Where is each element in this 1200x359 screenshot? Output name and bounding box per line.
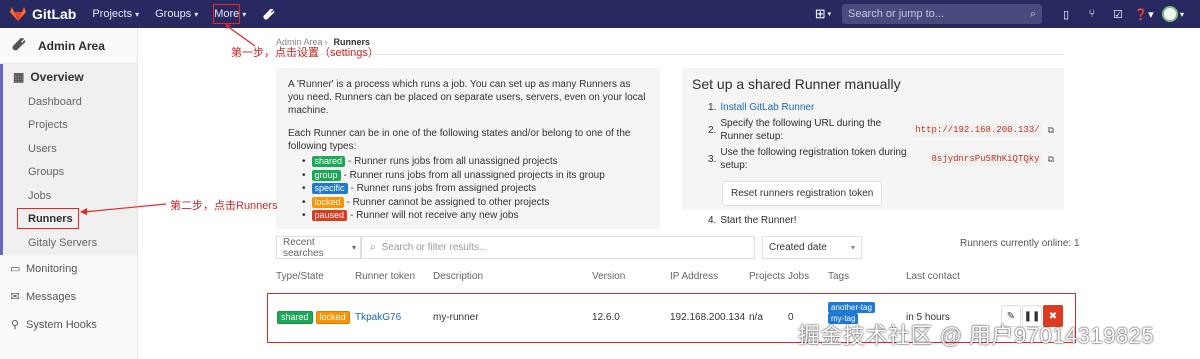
list-item: locked- Runner cannot be assigned to oth…: [311, 196, 648, 210]
search-placeholder: Search or jump to...: [847, 8, 944, 20]
column-header-ip: IP Address: [670, 271, 719, 282]
brand-name: GitLab: [32, 6, 77, 22]
list-item: specific- Runner runs jobs from assigned…: [311, 182, 648, 196]
sidebar-item-dashboard[interactable]: Dashboard: [3, 90, 137, 114]
locked-badge: locked: [315, 311, 350, 324]
column-header-last-contact: Last contact: [906, 271, 960, 282]
specific-badge: specific: [311, 183, 348, 195]
locked-badge: locked: [311, 196, 344, 208]
registration-token: 8sjydnrsPu5RhKiQTQky: [929, 152, 1042, 166]
admin-area-wrench-button[interactable]: [258, 4, 280, 24]
runner-token-link[interactable]: TkpakG76: [355, 312, 401, 323]
chevron-down-icon: ▾: [242, 9, 247, 19]
column-header-description: Description: [433, 271, 484, 282]
chevron-down-icon: ▾: [351, 243, 356, 252]
sidebar-item-messages[interactable]: ✉ Messages: [0, 283, 137, 311]
shared-badge: shared: [277, 311, 313, 324]
nav-groups[interactable]: Groups ▾: [155, 8, 198, 20]
column-header-jobs: Jobs: [788, 271, 810, 282]
sidebar-header[interactable]: Admin Area: [0, 28, 137, 64]
merge-request-icon[interactable]: ⑂: [1080, 4, 1104, 24]
gitlab-logo-icon: [10, 7, 26, 21]
column-header-version: Version: [592, 271, 626, 282]
annotation-box-wrench: [213, 4, 240, 24]
divider: [276, 54, 1064, 55]
runner-state-list: shared- Runner runs jobs from all unassi…: [311, 155, 648, 223]
chevron-down-icon: ▾: [194, 9, 199, 19]
setup-step-1: 1. Install GitLab Runner: [708, 101, 815, 114]
sidebar-item-system-hooks[interactable]: ⚲ System Hooks: [0, 311, 137, 339]
setup-title: Set up a shared Runner manually: [692, 76, 901, 92]
new-dropdown-button[interactable]: ⊞ ▾: [810, 4, 836, 24]
setup-step-3: 3. Use the following registration token d…: [708, 147, 1054, 171]
nav-projects[interactable]: Projects ▾: [92, 8, 139, 20]
sidebar-item-groups[interactable]: Groups: [3, 161, 137, 185]
annotation-arrow-2: [80, 203, 167, 215]
annotation-step-1: 第一步，点击设置（settings）: [231, 47, 379, 59]
install-runner-link[interactable]: Install GitLab Runner: [720, 101, 814, 114]
runner-description: my-runner: [433, 312, 479, 323]
runner-info-panel: A 'Runner' is a process which runs a job…: [276, 68, 660, 229]
table-row-type: shared locked: [277, 311, 353, 324]
sidebar: Admin Area ▦ Overview Dashboard Projects…: [0, 28, 138, 359]
runner-url: http://192.168.200.133/: [913, 123, 1042, 137]
info-paragraph-1: A 'Runner' is a process which runs a job…: [288, 79, 646, 116]
shared-runner-setup-panel: Set up a shared Runner manually 1. Instal…: [682, 68, 1064, 226]
runners-online-count: Runners currently online: 1: [960, 238, 1080, 249]
search-icon: ⌕: [370, 242, 376, 253]
wrench-icon: [263, 8, 275, 20]
tag-badge: another-tag: [828, 302, 875, 313]
search-input[interactable]: Search or jump to... ⌕: [841, 4, 1042, 24]
annotation-step-2: 第二步，点击Runners: [170, 200, 278, 212]
sort-dropdown[interactable]: Created date ▾: [762, 236, 862, 259]
column-header-projects: Projects: [749, 271, 786, 282]
column-header-type: Type/State: [276, 271, 324, 282]
paused-badge: paused: [311, 210, 348, 222]
chevron-down-icon: ▾: [135, 9, 140, 19]
column-header-token: Runner token: [355, 271, 416, 282]
runner-projects: n/a: [749, 312, 763, 323]
sidebar-item-monitoring[interactable]: ▭ Monitoring: [0, 255, 137, 283]
search-icon: ⌕: [1029, 7, 1036, 20]
runner-ip: 192.168.200.134: [670, 312, 746, 323]
avatar[interactable]: [1161, 6, 1178, 22]
recent-searches-dropdown[interactable]: Recent searches ▾: [276, 236, 361, 259]
setup-step-4: 4. Start the Runner!: [708, 215, 797, 226]
sidebar-item-users[interactable]: Users: [3, 137, 137, 161]
group-badge: group: [311, 169, 341, 181]
reset-token-button[interactable]: Reset runners registration token: [722, 181, 883, 206]
filter-placeholder: Search or filter results...: [381, 242, 488, 253]
info-paragraph-2: Each Runner can be in one of the followi…: [288, 128, 631, 152]
annotation-box-runners: [17, 208, 79, 229]
todo-sidebar-icon[interactable]: ▯: [1054, 4, 1078, 24]
plus-icon: ⊞: [814, 6, 826, 21]
list-item: shared- Runner runs jobs from all unassi…: [311, 155, 648, 169]
chevron-down-icon[interactable]: ▾: [1180, 10, 1184, 19]
sidebar-item-overview[interactable]: ▦ Overview: [3, 64, 137, 90]
wrench-icon: [12, 37, 26, 54]
setup-step-2: 2. Specify the following URL during the R…: [708, 118, 1054, 142]
runner-jobs: 0: [788, 312, 794, 323]
copy-icon[interactable]: ⧉: [1048, 153, 1054, 166]
monitor-icon: ▭: [10, 263, 21, 275]
gitlab-brand[interactable]: GitLab: [10, 6, 76, 22]
watermark: 掘金技术社区 @ 用户97014319825: [798, 323, 1155, 348]
shared-badge: shared: [311, 156, 346, 168]
sidebar-item-projects[interactable]: Projects: [3, 114, 137, 138]
copy-icon[interactable]: ⧉: [1048, 124, 1054, 137]
list-item: paused- Runner will not receive any new …: [311, 209, 648, 223]
top-navbar: GitLab Projects ▾ Groups ▾ More ▾ ⊞ ▾ Search…: [0, 0, 1200, 28]
sidebar-item-gitaly-servers[interactable]: Gitaly Servers: [3, 231, 137, 255]
hook-icon: ⚲: [10, 319, 20, 331]
help-icon[interactable]: ❓▾: [1132, 4, 1156, 24]
sidebar-header-label: Admin Area: [38, 38, 105, 53]
runner-version: 12.6.0: [592, 312, 620, 323]
filter-search-input[interactable]: ⌕ Search or filter results...: [361, 236, 755, 259]
messages-icon: ✉: [10, 291, 20, 303]
issues-icon[interactable]: ☑: [1106, 4, 1130, 24]
list-item: group- Runner runs jobs from all unassig…: [311, 169, 648, 183]
chevron-down-icon: ▾: [850, 243, 855, 252]
overview-icon: ▦: [13, 70, 25, 84]
column-header-tags: Tags: [828, 271, 850, 282]
